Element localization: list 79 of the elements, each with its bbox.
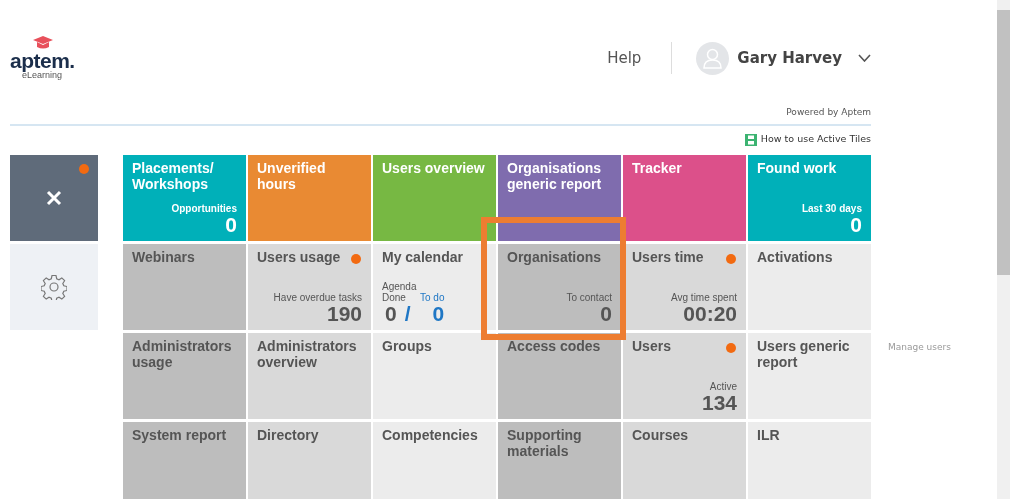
- tile[interactable]: Groups: [373, 332, 496, 419]
- help-link[interactable]: Help: [607, 46, 642, 70]
- tile[interactable]: Users generic report: [748, 332, 871, 419]
- tile-title: Unverified hours: [257, 159, 327, 194]
- avatar-icon: [696, 41, 730, 75]
- tile[interactable]: ILR: [748, 421, 871, 499]
- tile[interactable]: Supporting materials: [498, 421, 621, 499]
- tile-title: Competencies: [382, 426, 479, 444]
- tile[interactable]: Users usage Have overdue tasks 190: [248, 243, 371, 330]
- logo-tagline: eLearning: [22, 71, 63, 80]
- tile-title: Groups: [382, 337, 433, 355]
- settings-icon: [41, 273, 67, 300]
- tile-title: Organisations: [507, 248, 603, 266]
- tile[interactable]: Organisations To contact 0: [498, 243, 621, 330]
- tile-label: Avg time spent: [670, 292, 737, 304]
- done-value: 0: [385, 303, 397, 326]
- scrollbar-thumb[interactable]: [997, 10, 1010, 275]
- tile-value: 0: [225, 214, 237, 237]
- tile[interactable]: Competencies: [373, 421, 496, 499]
- tile-title: Webinars: [132, 248, 196, 266]
- tile-value: 00:20: [683, 303, 737, 326]
- tile-title: Courses: [632, 426, 690, 444]
- tile-title: Placements/ Workshops: [132, 159, 215, 194]
- tile-title: Activations: [757, 248, 834, 266]
- tile-value: 190: [325, 303, 362, 326]
- tile[interactable]: Administrators usage: [123, 332, 246, 419]
- agenda-label: Agenda: [382, 281, 418, 293]
- tile-value: 0: [599, 303, 612, 326]
- tile-title: Supporting materials: [507, 426, 583, 461]
- tile-title: Administrators overview: [257, 337, 358, 372]
- tile-title: Access codes: [507, 337, 602, 355]
- separator: /: [404, 303, 411, 326]
- tile-title: Directory: [257, 426, 320, 444]
- tile-title: Users time: [632, 248, 705, 266]
- tile[interactable]: Users time Avg time spent 00:20: [623, 243, 746, 330]
- tile[interactable]: Placements/ Workshops Opportunities 0: [123, 154, 246, 241]
- tile-label: Active: [708, 381, 737, 393]
- tile[interactable]: Users Active 134: [623, 332, 746, 419]
- tile-title: Users overview: [382, 159, 486, 177]
- tile-label: Have overdue tasks: [272, 292, 362, 304]
- tile[interactable]: My calendar Agenda Done To do 0 / 0: [373, 243, 496, 330]
- help-link[interactable]: How to use Active Tiles: [760, 132, 871, 147]
- tile[interactable]: Activations: [748, 243, 871, 330]
- tile[interactable]: Organisations generic report: [498, 154, 621, 241]
- tile-label: Last 30 days: [800, 203, 862, 215]
- tile-title: ILR: [757, 426, 781, 444]
- tile-title: Administrators usage: [132, 337, 233, 372]
- close-button[interactable]: [10, 154, 98, 241]
- tile-label: Opportunities: [170, 203, 237, 215]
- todo-value: 0: [432, 303, 445, 326]
- tile-title: Users generic report: [757, 337, 851, 372]
- tile[interactable]: Courses: [623, 421, 746, 499]
- tile[interactable]: Tracker: [623, 154, 746, 241]
- tile[interactable]: Administrators overview: [248, 332, 371, 419]
- todo-label: To do: [420, 292, 445, 304]
- tile[interactable]: Webinars: [123, 243, 246, 330]
- tile[interactable]: Access codes: [498, 332, 621, 419]
- chevron-down-icon[interactable]: [858, 54, 871, 62]
- tile-title: Tracker: [632, 159, 683, 177]
- user-name[interactable]: Gary Harvey: [737, 46, 842, 70]
- tile-title: Organisations generic report: [507, 159, 603, 194]
- tile[interactable]: System report: [123, 421, 246, 499]
- close-icon: [46, 189, 62, 206]
- tile-title: My calendar: [382, 248, 464, 266]
- powered-by-text: Powered by Aptem: [786, 107, 871, 117]
- tile-title: Users: [632, 337, 672, 355]
- logo-name: aptem.: [10, 50, 75, 71]
- mortarboard-icon: [33, 36, 53, 50]
- tile-value: 134: [700, 392, 737, 415]
- menu-item[interactable]: Manage users: [888, 340, 978, 354]
- tile[interactable]: Directory: [248, 421, 371, 499]
- film-icon: [744, 133, 757, 146]
- tile-title: Users usage: [257, 248, 342, 266]
- tile-label: To contact: [565, 292, 612, 304]
- tile[interactable]: Found work Last 30 days 0: [748, 154, 871, 241]
- tile-title: System report: [132, 426, 228, 444]
- done-label: Done: [382, 292, 406, 304]
- tile-value: 0: [850, 214, 862, 237]
- tile-title: Found work: [757, 159, 838, 177]
